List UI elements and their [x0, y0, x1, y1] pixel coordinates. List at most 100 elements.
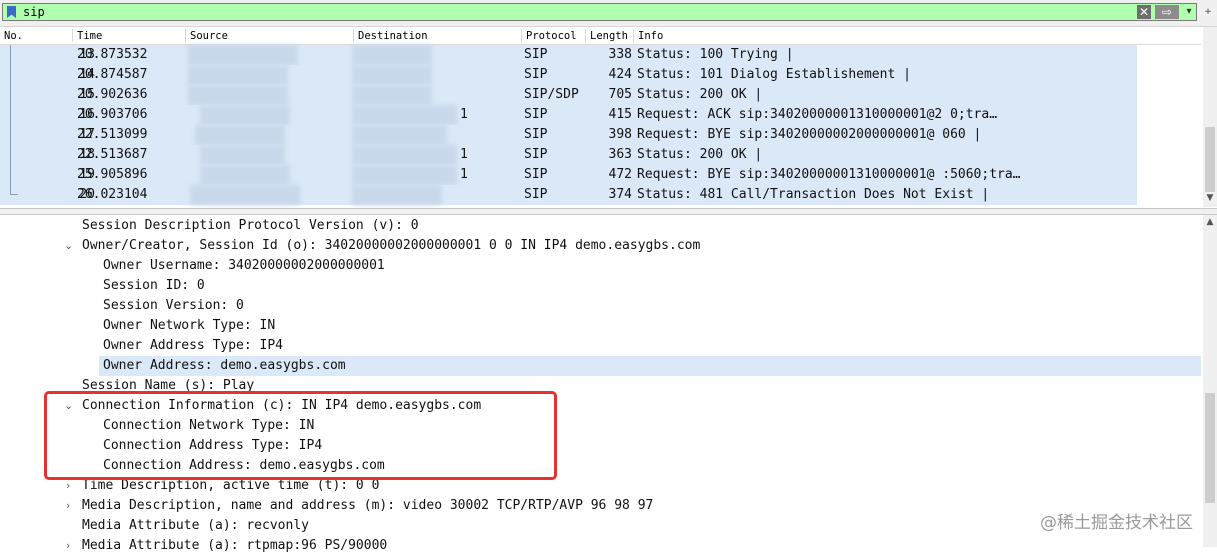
display-filter-input[interactable] [23, 4, 1123, 20]
packet-row[interactable]: 16 20.903706 1 SIP 415 Request: ACK sip:… [0, 105, 1137, 125]
redacted-source [190, 185, 300, 205]
conversation-bracket [10, 45, 11, 195]
column-header-time[interactable]: Time [77, 29, 102, 43]
redacted-source [200, 165, 290, 185]
expand-arrow-icon[interactable]: › [66, 536, 70, 556]
packet-row[interactable]: 14 20.874587 SIP 424 Status: 101 Dialog … [0, 65, 1137, 85]
packet-port-fragment: 1 [460, 167, 468, 182]
filter-history-dropdown-icon[interactable]: ▾ [1183, 5, 1195, 19]
redacted-destination [352, 65, 432, 85]
tree-item-selected[interactable]: Owner Address: demo.easygbs.com [99, 356, 1201, 376]
packet-info: Status: 200 OK | [637, 147, 763, 162]
packet-row[interactable]: 19 25.905896 1 SIP 472 Request: BYE sip:… [0, 165, 1137, 185]
packet-info: Status: 101 Dialog Establishement | [637, 67, 911, 82]
scroll-down-icon[interactable]: ▼ [1203, 191, 1217, 205]
tree-item[interactable]: Owner Username: 34020000002000000001 [0, 256, 1201, 276]
packet-time: 26.023104 [77, 187, 148, 202]
column-header-info[interactable]: Info [638, 29, 663, 43]
redacted-destination [352, 85, 432, 105]
column-header-source[interactable]: Source [190, 29, 228, 43]
packet-protocol: SIP [524, 107, 548, 122]
tree-item[interactable]: Owner Network Type: IN [0, 316, 1201, 336]
packet-info: Request: BYE sip:34020000002000000001@ 0… [637, 127, 982, 142]
packet-time: 20.902636 [77, 87, 148, 102]
column-header-length[interactable]: Length [590, 29, 628, 43]
tree-item-label: Media Attribute (a): rtpmap:96 PS/90000 [82, 538, 388, 553]
packet-length: 472 [608, 167, 632, 182]
packet-length: 338 [608, 47, 632, 62]
tree-item-label: Owner Username: 34020000002000000001 [103, 258, 385, 273]
packet-time: 22.513099 [77, 127, 148, 142]
tree-item[interactable]: Session Description Protocol Version (v)… [0, 216, 1201, 236]
redacted-destination [352, 105, 457, 125]
tree-item-label: Session Description Protocol Version (v)… [82, 218, 419, 233]
tree-item-label: Media Description, name and address (m):… [82, 498, 654, 513]
redacted-source [188, 45, 298, 65]
redacted-source [200, 105, 290, 125]
packet-row[interactable]: 18 22.513687 1 SIP 363 Status: 200 OK | [0, 145, 1137, 165]
add-filter-icon[interactable]: + [1201, 4, 1215, 20]
redacted-destination [352, 165, 457, 185]
tree-item[interactable]: Media Attribute (a): recvonly [0, 516, 1201, 536]
redacted-source [188, 65, 288, 85]
packet-info: Status: 481 Call/Transaction Does Not Ex… [637, 187, 990, 202]
packet-protocol: SIP [524, 147, 548, 162]
redacted-destination [352, 45, 432, 65]
tree-item-label: Owner Address: demo.easygbs.com [103, 358, 346, 373]
packet-list: 13 20.873532 SIP 338 Status: 100 Trying … [0, 45, 1201, 207]
packet-info: Status: 200 OK | [637, 87, 763, 102]
clear-filter-icon[interactable]: ✕ [1137, 5, 1151, 19]
redacted-destination [352, 145, 457, 165]
scrollbar-thumb[interactable] [1205, 393, 1215, 503]
packet-length: 374 [608, 187, 632, 202]
column-header-protocol[interactable]: Protocol [526, 29, 577, 43]
pane-splitter[interactable] [0, 208, 1217, 215]
tree-item[interactable]: Session ID: 0 [0, 276, 1201, 296]
packet-row[interactable]: 15 20.902636 SIP/SDP 705 Status: 200 OK … [0, 85, 1137, 105]
tree-item[interactable]: Owner Address Type: IP4 [0, 336, 1201, 356]
packet-length: 415 [608, 107, 632, 122]
packet-port-fragment: 1 [460, 147, 468, 162]
packet-length: 363 [608, 147, 632, 162]
packet-row[interactable]: 20 26.023104 SIP 374 Status: 481 Call/Tr… [0, 185, 1137, 205]
tree-item-label: Session ID: 0 [103, 278, 205, 293]
packet-info: Status: 100 Trying | [637, 47, 794, 62]
tree-item[interactable]: › Media Description, name and address (m… [0, 496, 1201, 516]
tree-item[interactable]: Session Version: 0 [0, 296, 1201, 316]
apply-filter-icon[interactable]: ⇨ [1155, 5, 1179, 19]
packet-row[interactable]: 13 20.873532 SIP 338 Status: 100 Trying … [0, 45, 1137, 65]
packet-time: 20.873532 [77, 47, 148, 62]
bookmark-icon[interactable] [7, 6, 16, 18]
tree-item[interactable]: ⌄ Owner/Creator, Session Id (o): 3402000… [0, 236, 1201, 256]
packet-length: 705 [608, 87, 632, 102]
watermark: @稀土掘金技术社区 [1040, 513, 1193, 533]
column-header-destination[interactable]: Destination [358, 29, 428, 43]
redacted-source [188, 85, 288, 105]
packet-time: 20.874587 [77, 67, 148, 82]
packet-protocol: SIP [524, 47, 548, 62]
redacted-destination [352, 125, 447, 145]
packet-time: 25.905896 [77, 167, 148, 182]
redacted-destination [352, 185, 442, 205]
packet-port-fragment: 1 [460, 107, 468, 122]
tree-item-label: Owner/Creator, Session Id (o): 340200000… [82, 238, 701, 253]
packet-list-scrollbar[interactable]: ▼ [1203, 27, 1217, 207]
scroll-up-icon[interactable]: ▲ [1203, 217, 1217, 229]
packet-protocol: SIP [524, 187, 548, 202]
tree-item[interactable]: › Media Attribute (a): rtpmap:96 PS/9000… [0, 536, 1201, 556]
collapse-arrow-icon[interactable]: ⌄ [64, 236, 73, 256]
redacted-source [200, 145, 285, 165]
packet-info: Request: BYE sip:34020000001310000001@ :… [637, 167, 1021, 182]
expand-arrow-icon[interactable]: › [66, 496, 70, 516]
details-scrollbar[interactable]: ▲ [1203, 215, 1217, 547]
column-header-no[interactable]: No. [4, 29, 23, 43]
conversation-bracket-end [10, 194, 18, 195]
tree-item-label: Session Version: 0 [103, 298, 244, 313]
packet-protocol: SIP [524, 67, 548, 82]
packet-protocol: SIP [524, 127, 548, 142]
packet-time: 20.903706 [77, 107, 148, 122]
packet-row[interactable]: 17 22.513099 SIP 398 Request: BYE sip:34… [0, 125, 1137, 145]
scrollbar-thumb[interactable] [1205, 127, 1215, 192]
annotation-highlight-box [44, 391, 557, 480]
display-filter-field[interactable] [2, 3, 1197, 21]
